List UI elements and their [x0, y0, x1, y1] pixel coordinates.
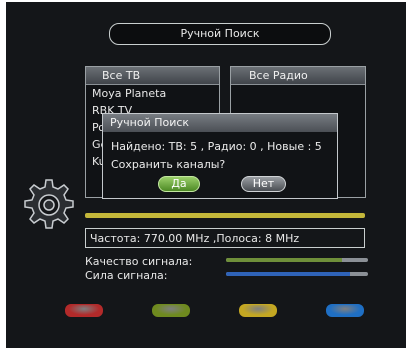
yes-button[interactable]: Да	[158, 176, 200, 192]
yellow-key-button[interactable]	[239, 304, 277, 317]
page-title: Ручной Поиск	[109, 23, 331, 45]
list-item[interactable]: Moya Planeta	[86, 85, 219, 102]
radio-list-header: Все Радио	[231, 67, 365, 85]
found-summary: Найдено: ТВ: 5 , Радио: 0 , Новые : 5	[111, 140, 322, 153]
no-button[interactable]: Нет	[241, 176, 286, 192]
scan-progress-bar	[85, 213, 365, 218]
tv-list-header: Все ТВ	[86, 67, 219, 85]
signal-strength-fill	[226, 272, 350, 276]
save-channels-dialog: Ручной Поиск Найдено: ТВ: 5 , Радио: 0 ,…	[102, 113, 338, 199]
signal-strength-label: Сила сигнала:	[85, 269, 168, 282]
blue-key-button[interactable]	[326, 304, 364, 317]
red-key-button[interactable]	[65, 304, 103, 317]
signal-quality-label: Качество сигнала:	[85, 255, 193, 268]
signal-quality-fill	[226, 258, 343, 262]
signal-quality-bar	[226, 258, 368, 262]
green-key-button[interactable]	[152, 304, 190, 317]
screen: Ручной Поиск Все ТВ Moya Planeta RBK TV …	[6, 2, 406, 348]
frequency-readout: Частота: 770.00 MHz ,Полоса: 8 MHz	[85, 228, 365, 248]
signal-strength-bar	[226, 272, 368, 276]
gear-icon	[24, 179, 74, 229]
save-question: Сохранить каналы?	[111, 158, 226, 171]
dialog-title: Ручной Поиск	[103, 114, 337, 132]
